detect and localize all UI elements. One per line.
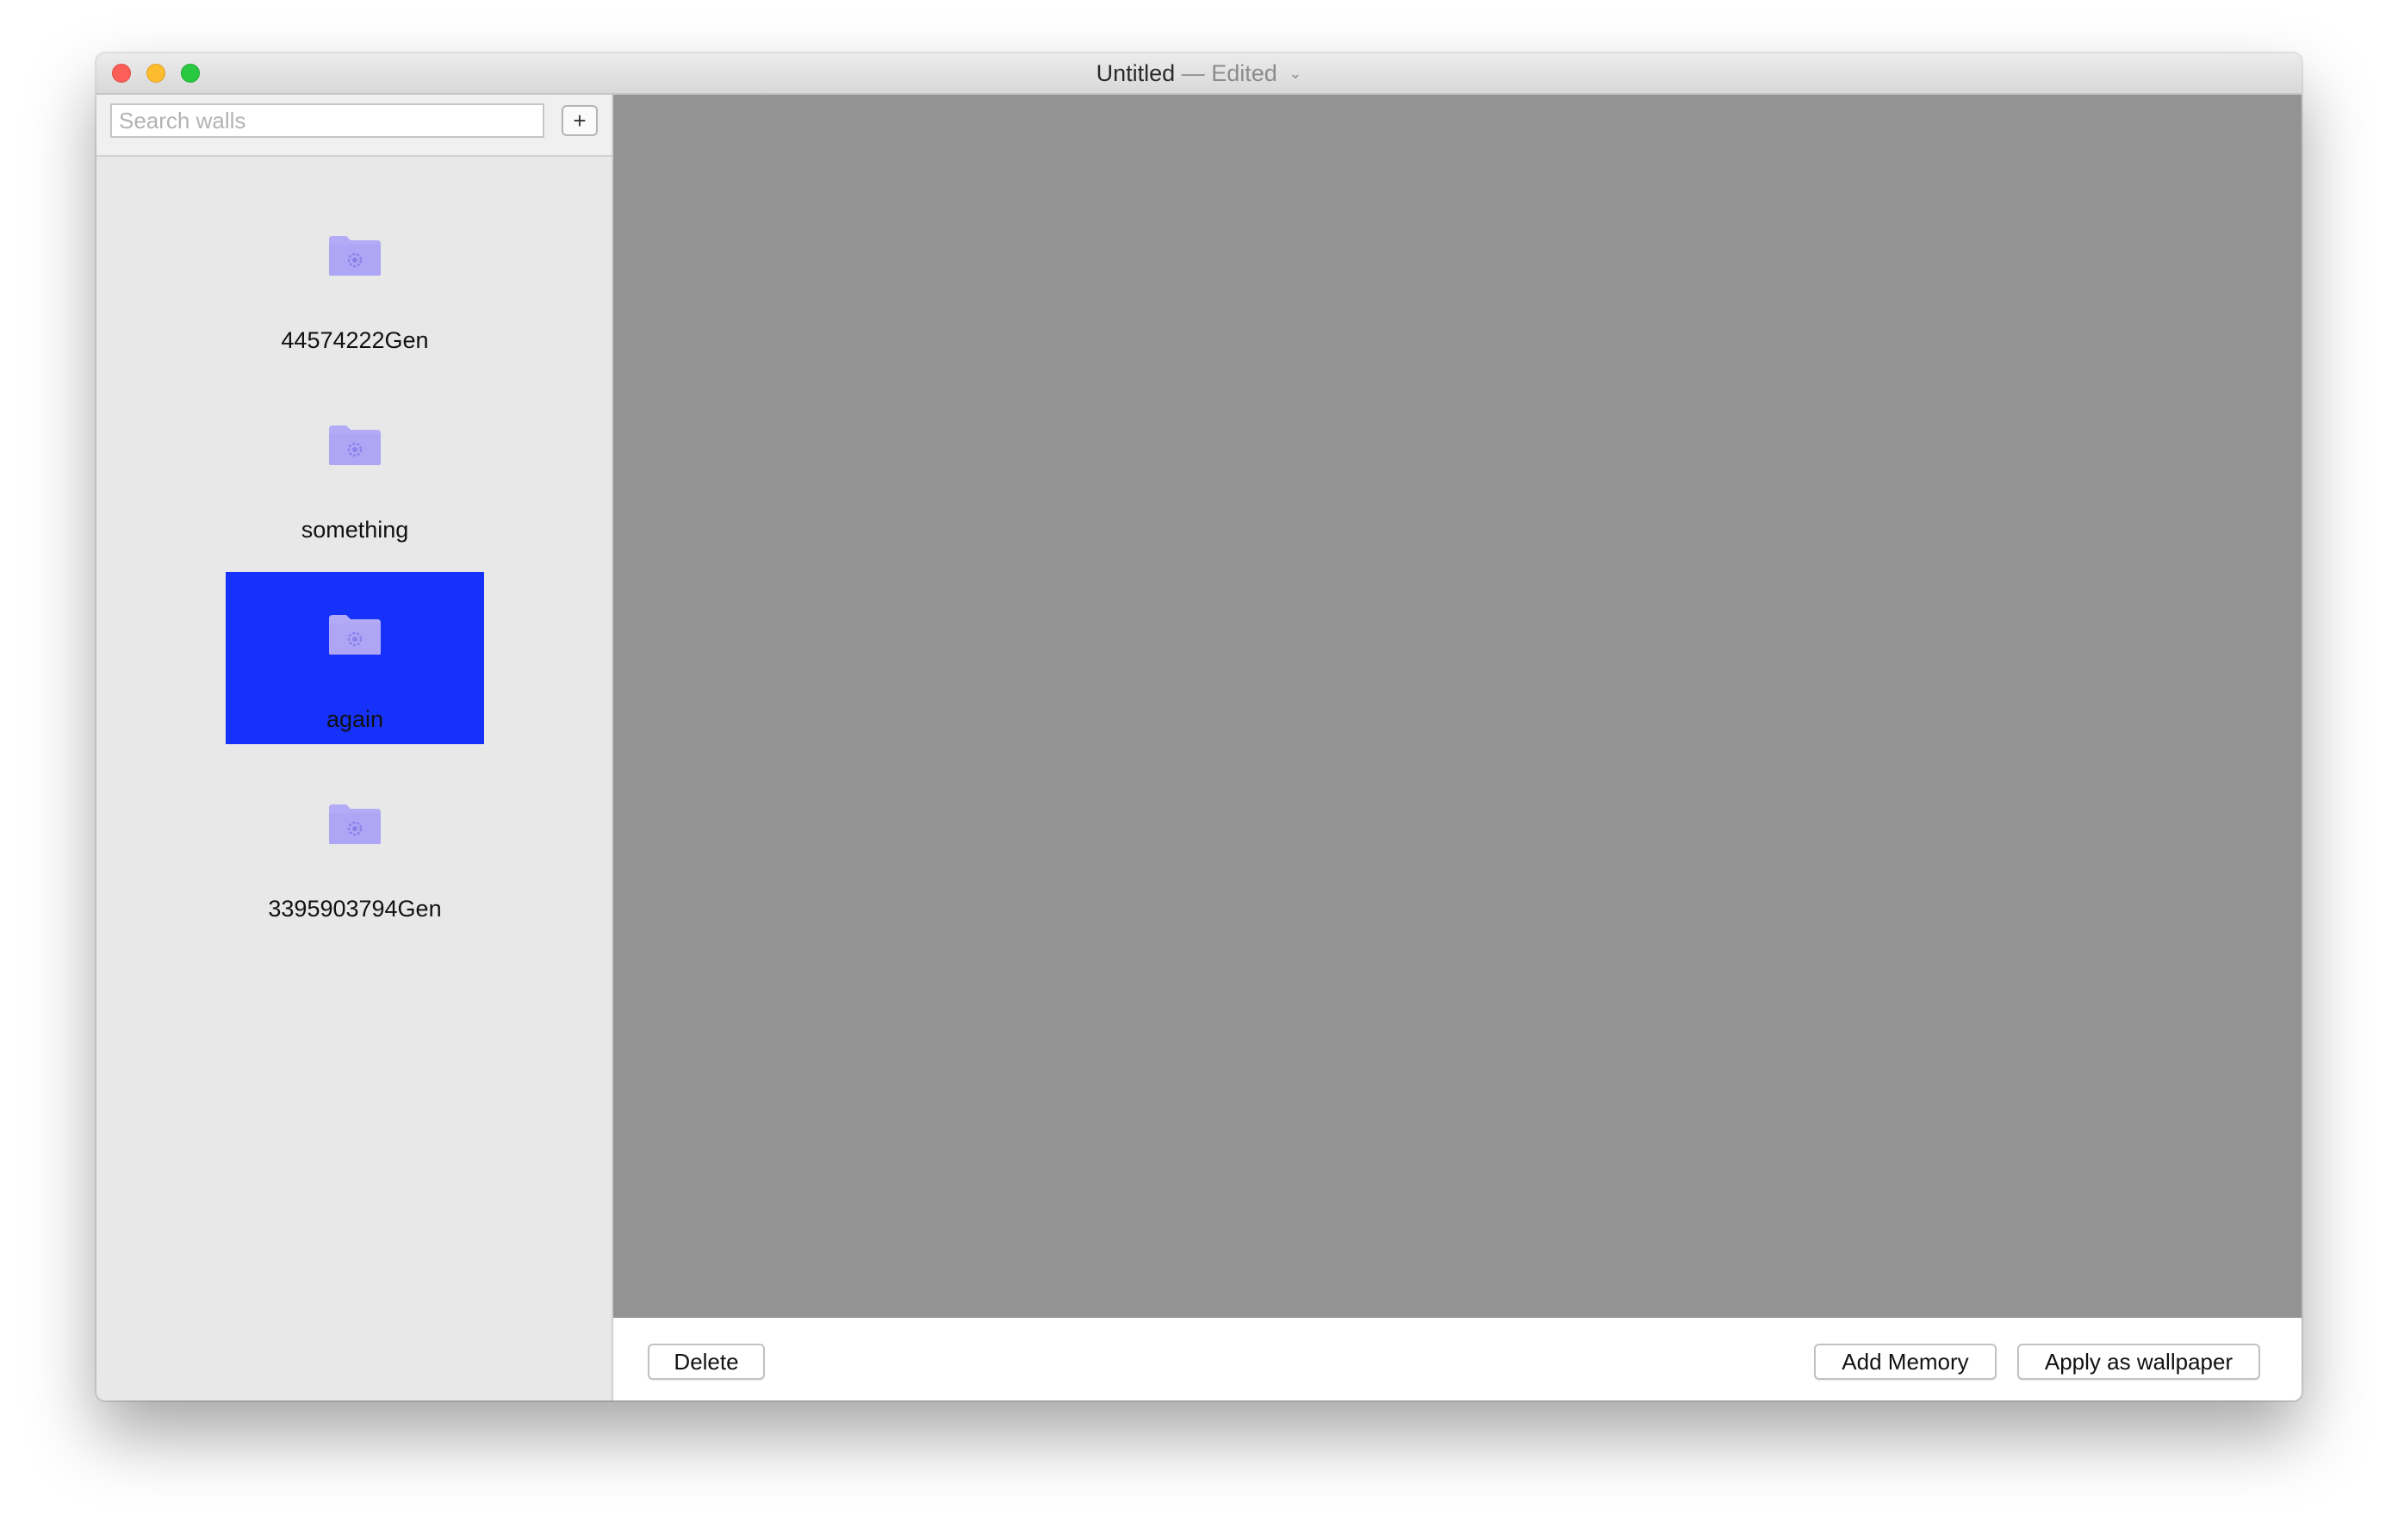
wallpaper-preview [613, 95, 2302, 1318]
folder-icon [329, 804, 381, 844]
folder-icon [329, 236, 381, 276]
wall-item[interactable]: something [226, 382, 484, 555]
wall-label: again [326, 706, 384, 732]
document-name: Untitled [1096, 60, 1176, 86]
wall-item[interactable]: 3395903794Gen [226, 761, 484, 934]
action-bar: Delete Add Memory Apply as wallpaper [613, 1318, 2302, 1400]
edited-status: — Edited [1181, 60, 1277, 86]
add-wall-button[interactable]: + [562, 105, 598, 136]
folder-icon [329, 615, 381, 655]
chevron-down-icon[interactable]: ⌄ [1289, 60, 1302, 86]
apply-wallpaper-button[interactable]: Apply as wallpaper [2017, 1344, 2260, 1380]
search-bar: + [96, 95, 612, 157]
add-memory-button[interactable]: Add Memory [1814, 1344, 1997, 1380]
search-input[interactable] [110, 103, 544, 138]
wall-label: 3395903794Gen [268, 896, 442, 922]
wall-item-selected[interactable]: again [226, 572, 484, 744]
walls-sidebar: + 44574222Gen something [96, 95, 613, 1400]
title-bar[interactable]: Untitled — Edited ⌄ [96, 53, 2302, 95]
delete-button[interactable]: Delete [648, 1344, 765, 1380]
app-window: Untitled — Edited ⌄ + 44574222Gen [96, 53, 2302, 1400]
window-title[interactable]: Untitled — Edited ⌄ [96, 60, 2302, 89]
wall-label: something [301, 517, 409, 543]
wall-item[interactable]: 44574222Gen [226, 193, 484, 365]
folder-icon [329, 425, 381, 465]
wall-label: 44574222Gen [281, 327, 429, 353]
